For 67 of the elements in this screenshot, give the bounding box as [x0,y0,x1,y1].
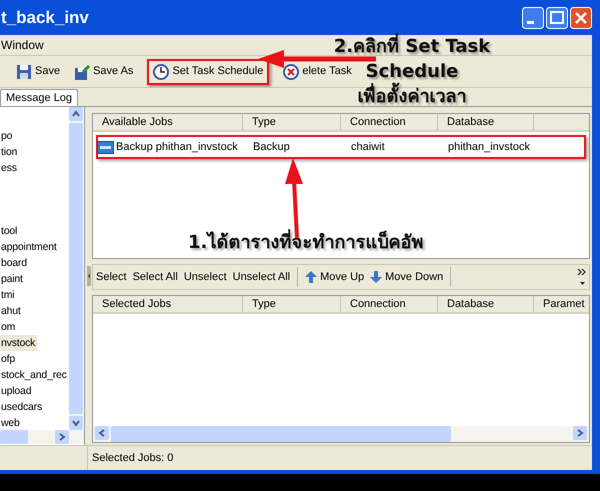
column-header[interactable]: Database [438,296,534,312]
minimize-icon [522,6,544,28]
scroll-left-icon [95,426,109,440]
sidebar-item[interactable]: ahut [0,303,23,319]
annotation-text: 2.คลิกที่ Set Task [334,34,490,59]
sidebar-item[interactable]: po [0,128,14,144]
toolbar-button[interactable]: elete Task [277,58,358,84]
column-header[interactable]: Type [243,114,341,130]
column-header[interactable]: Connection [341,296,438,312]
table-cell-text: phithan_invstock [448,140,530,155]
down-arrow-icon [370,271,382,283]
sidebar-item[interactable]: nvstock [0,335,38,351]
toolbar-button[interactable]: Unselect [180,268,230,286]
collapse-icon [86,266,90,286]
sidebar-item[interactable]: upload [0,383,34,399]
column-header[interactable]: Database [438,114,534,130]
table-cell-text: Backup [253,140,290,155]
scrollbar-thumb[interactable] [0,430,28,444]
toolbar-button[interactable]: Move Up [302,268,368,286]
toolbar-button[interactable]: Select [93,268,130,286]
annotation-text: 1.ได้ตารางที่จะทำการแบ็คอัพ [188,230,424,255]
table-cell-text: Backup phithan_invstock [116,140,238,155]
column-header[interactable]: Available Jobs [93,114,243,130]
sidebar-item[interactable]: appointment [0,239,59,255]
column-header[interactable]: Paramet [534,296,589,312]
menu-item[interactable]: Window [0,36,45,54]
horizontal-scrollbar[interactable] [93,426,589,442]
backup-job-icon [97,140,114,154]
scrollbar-thumb[interactable] [111,426,451,442]
sidebar-item[interactable]: web [0,415,22,430]
sidebar-item[interactable]: stock_and_rec [0,367,69,383]
toolbar-button[interactable]: Move Down [367,268,446,286]
sidebar-item[interactable]: usedcars [0,399,44,415]
scroll-right-icon [573,426,587,440]
clock-icon [153,64,170,80]
status-text: Selected Jobs: 0 [91,450,174,466]
toolbar-button[interactable]: Unselect All [230,268,294,286]
sidebar-item[interactable]: ofp [0,351,17,367]
sidebar-item[interactable]: om [0,319,18,335]
overflow-chevron-icon [577,267,587,287]
column-header[interactable]: Connection [341,114,438,130]
toolbar-button[interactable]: Save [10,58,66,84]
sidebar-item[interactable]: ess [0,160,19,176]
scroll-up-icon [69,107,83,121]
sidebar-item[interactable]: paint [0,271,25,287]
table-row[interactable]: Backup phithan_invstock Backup chaiwit phithan_invstock [96,135,586,159]
floppy-arrow-icon [74,64,90,80]
toolbar-button[interactable]: Save As [68,58,140,84]
sidebar-item[interactable]: tion [0,144,20,160]
toolbar-button[interactable]: Set Task Schedule [147,58,270,84]
scroll-down-icon [69,416,83,430]
window-title: t_back_inv [0,6,89,29]
horizontal-scrollbar[interactable] [0,430,84,444]
toolbar-button[interactable]: Select All [130,268,181,286]
close-icon [570,6,592,28]
scroll-right-icon [55,430,69,444]
sidebar-item[interactable]: board [0,255,29,271]
up-arrow-icon [305,271,318,283]
annotation-text: เพื่อตั้งค่าเวลา [358,84,466,109]
column-header[interactable]: Type [243,296,341,312]
sidebar-item[interactable]: tmi [0,287,16,303]
maximize-icon [546,6,568,28]
annotation-text: Schedule [366,60,458,82]
column-header[interactable]: Selected Jobs [93,296,243,312]
tab[interactable]: Message Log [0,89,78,106]
table-cell-text: chaiwit [351,140,385,155]
sidebar-item[interactable]: tool [0,223,20,239]
